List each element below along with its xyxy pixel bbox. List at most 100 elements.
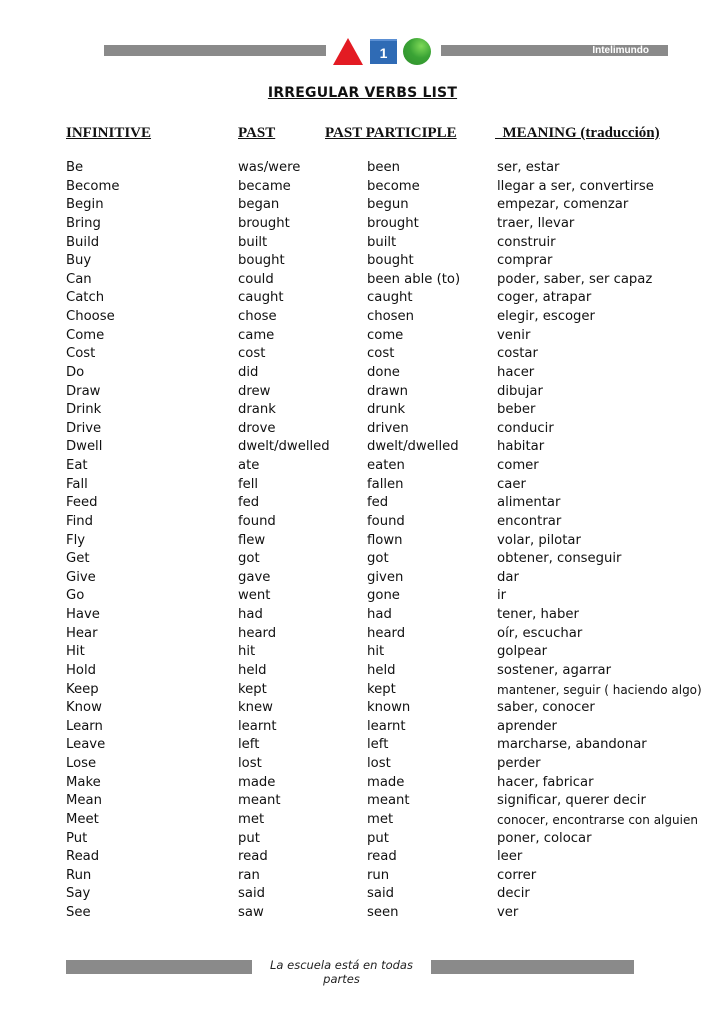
past-cell: knew [238,700,273,716]
table-row: Feed fed fed alimentar [0,494,725,513]
table-row: Drink drank drunk beber [0,401,725,420]
infinitive-cell: Bring [66,215,101,231]
column-header-past: PAST [238,125,276,141]
past-cell: hit [238,644,256,660]
table-row: Read read read leer [0,848,725,867]
past-cell: went [238,588,271,604]
past-participle-cell: got [367,551,389,567]
infinitive-cell: Cost [66,346,96,362]
table-row: Come came come venir [0,327,725,346]
table-row: Fly flew flown volar, pilotar [0,532,725,551]
meaning-cell: dibujar [497,383,543,399]
table-row: Meet met met conocer, encontrarse con algui… [0,811,725,830]
meaning-cell: dar [497,569,519,585]
table-row: Buy bought bought comprar [0,252,725,271]
table-row: Hold held held sostener, agarrar [0,662,725,681]
table-row: Bring brought brought traer, llevar [0,215,725,234]
infinitive-cell: Know [66,700,102,716]
past-cell: meant [238,793,281,809]
past-participle-cell: done [367,364,400,380]
meaning-cell: saber, conocer [497,700,595,716]
infinitive-cell: Do [66,364,85,380]
past-participle-cell: been [367,160,400,175]
table-row: Drive drove driven conducir [0,420,725,439]
past-cell: began [238,197,280,213]
past-participle-cell: caught [367,290,413,306]
meaning-cell: volar, pilotar [497,532,581,548]
table-row: Hit hit hit golpear [0,643,725,662]
meaning-cell: llegar a ser, convertirse [497,178,654,194]
blue-square-icon: 1 [370,39,397,64]
infinitive-cell: Drive [66,420,102,436]
infinitive-cell: Come [66,327,105,343]
infinitive-cell: Buy [66,253,92,269]
meaning-cell: conocer, encontrarse con alguien [497,812,698,827]
past-participle-cell: built [367,234,397,250]
infinitive-cell: Fall [66,476,88,492]
infinitive-cell: Run [66,867,92,883]
table-row: Mean meant meant significar, querer decir [0,792,725,811]
infinitive-cell: Eat [66,458,88,473]
table-row: Say said said decir [0,885,725,904]
table-row: Begin began begun empezar, comenzar [0,196,725,215]
header-bar-left [104,45,326,56]
past-participle-cell: seen [367,905,399,920]
past-participle-cell: dwelt/dwelled [367,439,459,455]
infinitive-cell: Mean [66,793,102,809]
meaning-cell: elegir, escoger [497,309,595,324]
meaning-cell: oír, escuchar [497,625,583,641]
past-participle-cell: made [367,774,405,790]
meaning-cell: hacer [497,364,535,380]
meaning-cell: poder, saber, ser capaz [497,271,653,287]
past-participle-cell: lost [367,756,391,771]
past-cell: could [238,271,274,287]
past-cell: held [238,662,267,678]
meaning-cell: empezar, comenzar [497,197,629,213]
infinitive-cell: Have [66,607,100,622]
past-participle-cell: fallen [367,476,404,492]
table-row: Choose chose chosen elegir, escoger [0,308,725,327]
meaning-cell: obtener, conseguir [497,551,622,567]
past-cell: kept [238,681,267,697]
meaning-cell: correr [497,867,537,883]
table-row: Can could been able (to) poder, saber, ser … [0,271,725,290]
infinitive-cell: Find [66,513,94,529]
meaning-cell: leer [497,849,523,865]
past-participle-cell: brought [367,215,419,231]
meaning-cell: comprar [497,253,553,269]
past-cell: fell [238,476,259,492]
infinitive-cell: Go [66,588,85,604]
infinitive-cell: Say [66,886,91,902]
infinitive-cell: Keep [66,681,99,697]
meaning-cell: ver [497,905,519,920]
past-participle-cell: meant [367,793,410,809]
past-participle-cell: gone [367,588,400,604]
past-participle-cell: run [367,867,390,883]
infinitive-cell: Draw [66,383,101,399]
table-row: Get got got obtener, conseguir [0,550,725,569]
past-cell: was/were [238,160,301,175]
meaning-cell: golpear [497,644,548,660]
meaning-cell: traer, llevar [497,215,575,231]
meaning-cell: alimentar [497,495,561,511]
infinitive-cell: Build [66,234,100,250]
infinitive-cell: Begin [66,197,104,213]
table-row: Do did done hacer [0,364,725,383]
meaning-cell: aprender [497,718,557,734]
table-row: Leave left left marcharse, abandonar [0,736,725,755]
column-header-meaning: MEANING (traducción) [495,125,660,141]
past-cell: became [238,178,291,194]
meaning-cell: encontrar [497,513,562,529]
infinitive-cell: Leave [66,737,106,753]
infinitive-cell: Catch [66,290,105,306]
infinitive-cell: Drink [66,402,102,418]
past-participle-cell: given [367,569,404,585]
past-cell: drank [238,402,276,418]
infinitive-cell: Read [66,849,100,865]
header-bar-right: Intelimundo [441,45,668,56]
meaning-cell: significar, querer decir [497,793,646,809]
past-cell: brought [238,215,290,231]
past-participle-cell: found [367,513,405,529]
infinitive-cell: Make [66,774,101,790]
past-cell: made [238,774,276,790]
